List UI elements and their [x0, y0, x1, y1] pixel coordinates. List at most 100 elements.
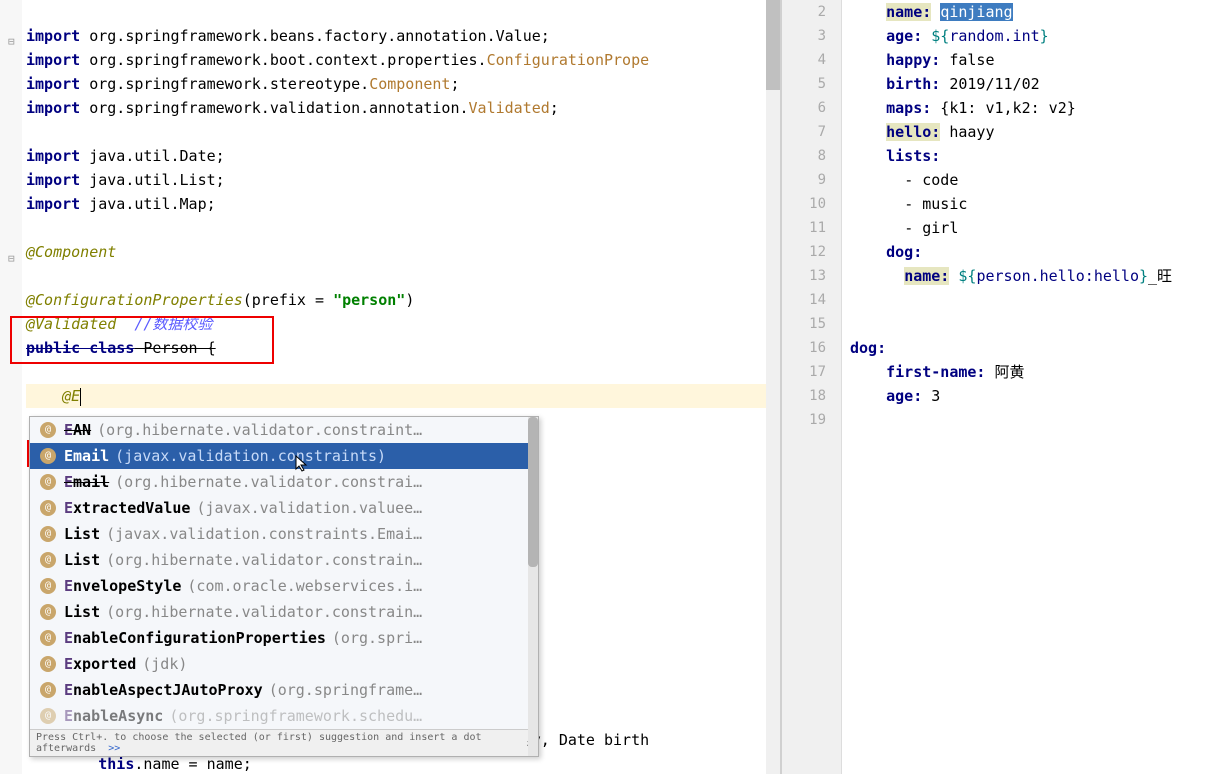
autocomplete-item-name: EnableAsync: [64, 703, 163, 729]
yaml-line: name: ${person.hello:hello}_旺: [850, 264, 1224, 288]
typing-line[interactable]: @E: [26, 384, 780, 408]
line-number[interactable]: 14: [782, 288, 841, 312]
annotation-icon: @: [40, 526, 56, 542]
annotation-line: @Component: [26, 240, 780, 264]
line-number[interactable]: 19: [782, 408, 841, 432]
blank-line: [26, 216, 780, 240]
autocomplete-item[interactable]: @EnableAspectJAutoProxy (org.springframe…: [30, 677, 538, 703]
autocomplete-item[interactable]: @ExtractedValue (javax.validation.valuee…: [30, 495, 538, 521]
yaml-editor-pane[interactable]: 2345678910111213141516171819 name: qinji…: [782, 0, 1224, 774]
autocomplete-item-package: (org.springframework.schedu…: [169, 703, 422, 729]
line-number[interactable]: 6: [782, 96, 841, 120]
line-number[interactable]: 10: [782, 192, 841, 216]
autocomplete-item[interactable]: @ EnableAsync (org.springframework.schedu…: [30, 703, 538, 729]
editor-scroll-thumb[interactable]: [766, 0, 780, 90]
popup-scrollbar[interactable]: [528, 417, 538, 756]
yaml-line: age: ${random.int}: [850, 24, 1224, 48]
right-gutter: 2345678910111213141516171819: [782, 0, 842, 774]
yaml-line: dog:: [850, 240, 1224, 264]
popup-hint-bar: Press Ctrl+. to choose the selected (or …: [30, 729, 538, 756]
yaml-line: hello: haayy: [850, 120, 1224, 144]
autocomplete-item[interactable]: @ Exported (jdk): [30, 651, 538, 677]
annotation-icon: @: [40, 578, 56, 594]
line-number[interactable]: 2: [782, 0, 841, 24]
editor-scrollbar[interactable]: [766, 0, 780, 774]
annotation-icon: @: [40, 708, 56, 724]
line-number[interactable]: 17: [782, 360, 841, 384]
annotation-icon: @: [40, 422, 56, 438]
import-line: import org.springframework.stereotype.Co…: [26, 72, 780, 96]
line-number[interactable]: 7: [782, 120, 841, 144]
autocomplete-popup[interactable]: @ EAN (org.hibernate.validator.constraint…: [29, 416, 539, 757]
annotation-icon: @: [40, 630, 56, 646]
annotation-icon: @: [40, 682, 56, 698]
yaml-line: age: 3: [850, 384, 1224, 408]
yaml-line: happy: false: [850, 48, 1224, 72]
java-editor-pane[interactable]: ⊟ ⊟ import org.springframework.beans.fac…: [0, 0, 780, 774]
yaml-line: - girl: [850, 216, 1224, 240]
autocomplete-item[interactable]: @ EnableConfigurationProperties (org.spri…: [30, 625, 538, 651]
line-number[interactable]: 4: [782, 48, 841, 72]
line-number[interactable]: 18: [782, 384, 841, 408]
annotation-icon: @: [40, 448, 56, 464]
autocomplete-item-name: EAN: [64, 417, 91, 443]
code-line: [26, 0, 780, 24]
autocomplete-item-package: (org.hibernate.validator.constrai…: [115, 469, 422, 495]
line-number[interactable]: 3: [782, 24, 841, 48]
yaml-line: - music: [850, 192, 1224, 216]
autocomplete-item-package: (org.hibernate.validator.constraint…: [97, 417, 422, 443]
autocomplete-item-name: Exported: [64, 651, 136, 677]
autocomplete-item[interactable]: @ Email (org.hibernate.validator.constrai…: [30, 469, 538, 495]
text-cursor: [80, 388, 81, 406]
line-number[interactable]: 11: [782, 216, 841, 240]
line-number[interactable]: 9: [782, 168, 841, 192]
line-number[interactable]: 16: [782, 336, 841, 360]
yaml-line: [850, 312, 1224, 336]
line-number[interactable]: 5: [782, 72, 841, 96]
autocomplete-item-package: (jdk): [142, 651, 187, 677]
autocomplete-item[interactable]: @ EAN (org.hibernate.validator.constraint…: [30, 417, 538, 443]
autocomplete-item-package: (com.oracle.webservices.i…: [187, 573, 422, 599]
popup-scroll-thumb[interactable]: [528, 417, 538, 567]
line-number[interactable]: 15: [782, 312, 841, 336]
yaml-line: lists:: [850, 144, 1224, 168]
autocomplete-item-name: Email: [64, 469, 109, 495]
blank-line: [26, 264, 780, 288]
popup-hint-link[interactable]: >>: [108, 743, 120, 754]
red-highlight-box: [10, 316, 274, 364]
import-line: import java.util.List;: [26, 168, 780, 192]
mouse-pointer-icon: [295, 455, 309, 473]
yaml-line: first-name: 阿黄: [850, 360, 1224, 384]
autocomplete-item-package: (org.hibernate.validator.constrain…: [106, 547, 422, 573]
autocomplete-item-package: (javax.validation.valuee…: [196, 495, 422, 521]
blank-line: [26, 120, 780, 144]
import-line: import org.springframework.validation.an…: [26, 96, 780, 120]
autocomplete-item[interactable]: @List (javax.validation.constraints.Emai…: [30, 521, 538, 547]
autocomplete-item[interactable]: @Email (javax.validation.constraints): [30, 443, 538, 469]
annotation-icon: @: [40, 474, 56, 490]
yaml-line: name: qinjiang: [850, 0, 1224, 24]
autocomplete-item-package: (org.spri…: [332, 625, 422, 651]
import-line: import org.springframework.boot.context.…: [26, 48, 780, 72]
autocomplete-item[interactable]: @List (org.hibernate.validator.constrain…: [30, 599, 538, 625]
autocomplete-item[interactable]: @List (org.hibernate.validator.constrain…: [30, 547, 538, 573]
yaml-code-area[interactable]: name: qinjiang age: ${random.int} happy:…: [842, 0, 1224, 774]
line-number[interactable]: 8: [782, 144, 841, 168]
autocomplete-item-name: ExtractedValue: [64, 495, 190, 521]
autocomplete-item[interactable]: @ EnvelopeStyle (com.oracle.webservices.i…: [30, 573, 538, 599]
autocomplete-item-name: Email: [64, 443, 109, 469]
autocomplete-item-package: (org.springframe…: [269, 677, 423, 703]
autocomplete-item-name: EnableConfigurationProperties: [64, 625, 326, 651]
line-number[interactable]: 12: [782, 240, 841, 264]
annotation-line: @ConfigurationProperties(prefix = "perso…: [26, 288, 780, 312]
line-number[interactable]: 13: [782, 264, 841, 288]
autocomplete-item-name: EnvelopeStyle: [64, 573, 181, 599]
yaml-line: [850, 288, 1224, 312]
import-line: import org.springframework.beans.factory…: [26, 24, 780, 48]
yaml-line: dog:: [850, 336, 1224, 360]
import-line: import java.util.Date;: [26, 144, 780, 168]
annotation-icon: @: [40, 656, 56, 672]
autocomplete-item-package: (javax.validation.constraints.Emai…: [106, 521, 422, 547]
yaml-line: maps: {k1: v1,k2: v2}: [850, 96, 1224, 120]
yaml-line: birth: 2019/11/02: [850, 72, 1224, 96]
